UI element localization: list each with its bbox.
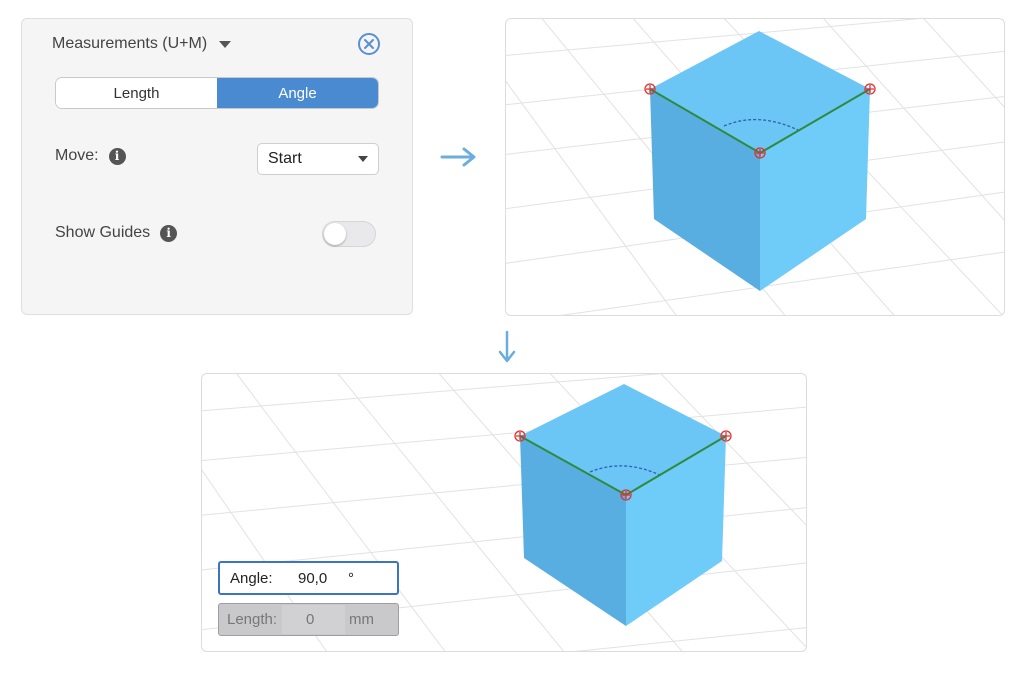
angle-label: Angle: [230, 569, 273, 587]
viewport-3d-top[interactable] [505, 18, 1005, 316]
tab-length[interactable]: Length [56, 78, 217, 108]
arrow-down-icon [498, 330, 516, 363]
move-label: Move: [55, 147, 99, 164]
info-icon[interactable]: i [160, 224, 178, 242]
length-unit: mm [349, 611, 374, 628]
info-icon[interactable]: i [108, 147, 126, 165]
mode-segmented-control: Length Angle [55, 77, 379, 109]
length-label: Length: [227, 611, 278, 628]
show-guides-row: Show Guides i [55, 224, 178, 242]
viewport-3d-bottom[interactable]: Angle: 90,0 ° Length: 0 mm [201, 373, 807, 652]
measurements-panel: Measurements (U+M) Length Angle Move: i … [21, 18, 413, 315]
angle-unit: ° [348, 569, 354, 587]
close-button[interactable] [358, 33, 380, 55]
arrow-right-icon [440, 147, 476, 167]
toggle-knob [324, 223, 346, 245]
panel-title: Measurements (U+M) [52, 35, 208, 52]
length-value: 0 [306, 611, 315, 628]
chevron-down-icon [219, 40, 232, 48]
angle-input-field[interactable]: Angle: 90,0 ° [218, 561, 399, 595]
close-icon [364, 39, 374, 49]
move-select[interactable]: Start [257, 143, 379, 175]
move-row: Move: i [55, 147, 126, 165]
chevron-down-icon [358, 156, 368, 162]
panel-title-dropdown[interactable]: Measurements (U+M) [52, 35, 232, 53]
angle-value[interactable]: 90,0 [298, 570, 327, 587]
move-select-value: Start [268, 150, 302, 167]
length-input-field: Length: 0 mm [218, 603, 399, 636]
tab-angle[interactable]: Angle [217, 78, 378, 108]
show-guides-toggle[interactable] [322, 221, 376, 247]
scene-3d [506, 19, 1004, 315]
show-guides-label: Show Guides [55, 224, 151, 241]
